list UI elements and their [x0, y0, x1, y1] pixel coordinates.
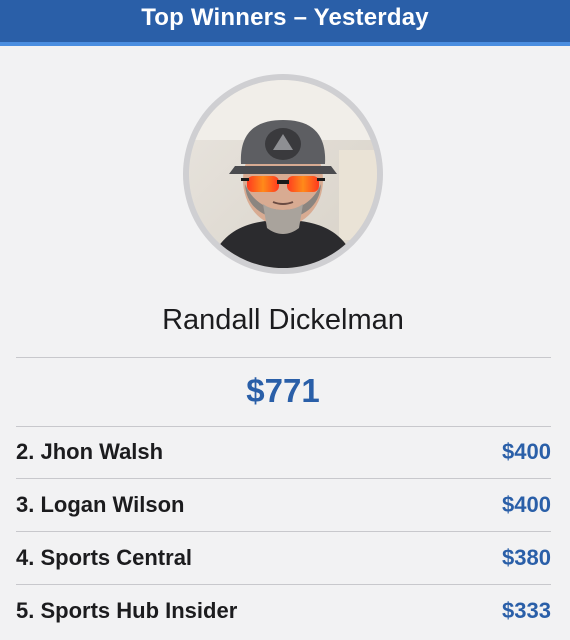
winner-name: Randall Dickelman: [162, 304, 404, 336]
ranking-amount: $400: [502, 492, 551, 517]
header-bar: Top Winners – Yesterday: [0, 0, 570, 46]
divider: [16, 357, 551, 358]
ranking-row: 5. Sports Hub Insider $333: [16, 585, 551, 637]
ranking-amount: $333: [502, 598, 551, 623]
winner-avatar-frame: [183, 74, 383, 274]
ranking-row: 3. Logan Wilson $400: [16, 479, 551, 531]
ranking-row: 4. Sports Central $380: [16, 532, 551, 584]
avatar: [189, 80, 377, 268]
ranking-name: 5. Sports Hub Insider: [16, 598, 238, 623]
ranking-row: 2. Jhon Walsh $400: [16, 426, 551, 478]
winner-amount: $771: [246, 372, 320, 409]
ranking-name: 4. Sports Central: [16, 545, 193, 570]
ranking-amount: $400: [502, 439, 551, 464]
ranking-name: 2. Jhon Walsh: [16, 439, 164, 464]
page-title: Top Winners – Yesterday: [141, 4, 429, 31]
ranking-name: 3. Logan Wilson: [16, 492, 185, 517]
ranking-amount: $380: [502, 545, 551, 570]
